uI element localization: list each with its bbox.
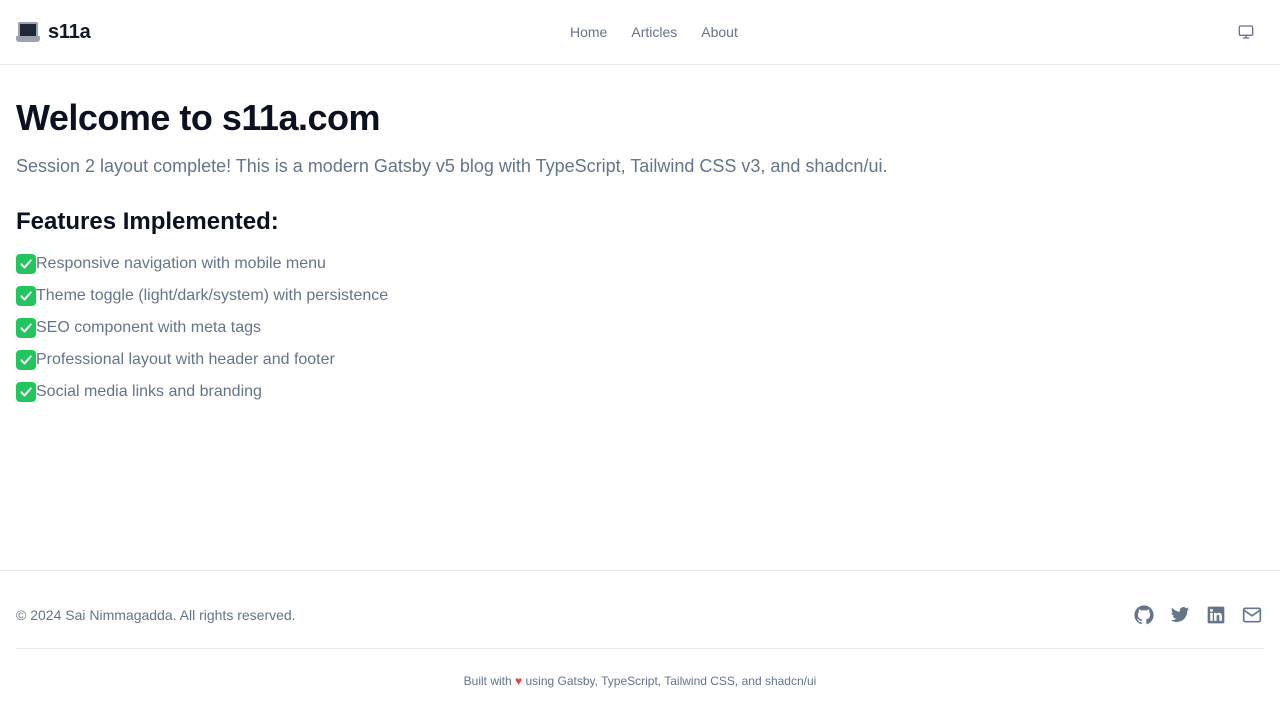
heart-icon: ♥ — [515, 674, 523, 688]
check-icon — [16, 254, 36, 274]
site-footer: © 2024 Sai Nimmagadda. All rights reserv… — [0, 570, 1280, 720]
social-links — [1132, 603, 1264, 627]
features-heading: Features Implemented: — [16, 208, 279, 235]
twitter-link[interactable] — [1168, 603, 1192, 627]
site-header: s11a Home Articles About — [0, 0, 1280, 65]
nav-home[interactable]: Home — [558, 20, 619, 44]
twitter-icon — [1170, 607, 1190, 622]
email-link[interactable] — [1240, 603, 1264, 627]
built-with-suffix: using Gatsby, TypeScript, Tailwind CSS, … — [525, 674, 817, 688]
check-icon — [16, 318, 36, 338]
built-with-prefix: Built with — [463, 674, 512, 688]
list-item: Responsive navigation with mobile menu — [16, 248, 1264, 280]
theme-toggle-button[interactable] — [1234, 20, 1258, 44]
page-lead: Session 2 layout complete! This is a mod… — [16, 156, 888, 176]
feature-text: Responsive navigation with mobile menu — [36, 255, 326, 272]
list-item: Social media links and branding — [16, 376, 1264, 408]
feature-text: SEO component with meta tags — [36, 319, 261, 336]
feature-text: Theme toggle (light/dark/system) with pe… — [36, 287, 389, 304]
page-title: Welcome to s11a.com — [16, 97, 381, 138]
built-with-text: Built with ♥ using Gatsby, TypeScript, T… — [0, 671, 1280, 691]
monitor-icon — [1238, 25, 1254, 39]
copyright-text: © 2024 Sai Nimmagadda. All rights reserv… — [16, 607, 296, 623]
check-icon — [16, 382, 36, 402]
features-list: Responsive navigation with mobile menu T… — [16, 248, 1264, 408]
linkedin-icon — [1207, 606, 1225, 624]
linkedin-link[interactable] — [1204, 603, 1228, 627]
list-item: Theme toggle (light/dark/system) with pe… — [16, 280, 1264, 312]
footer-divider — [16, 648, 1264, 649]
github-icon — [1134, 605, 1154, 625]
brand-name: s11a — [48, 20, 91, 43]
list-item: Professional layout with header and foot… — [16, 344, 1264, 376]
laptop-icon — [16, 20, 40, 44]
nav-about[interactable]: About — [689, 20, 750, 44]
feature-text: Professional layout with header and foot… — [36, 351, 335, 368]
github-link[interactable] — [1132, 603, 1156, 627]
mail-icon — [1242, 607, 1262, 623]
feature-text: Social media links and branding — [36, 383, 262, 400]
list-item: SEO component with meta tags — [16, 312, 1264, 344]
check-icon — [16, 286, 36, 306]
main-content: Welcome to s11a.com Session 2 layout com… — [16, 96, 1264, 408]
brand-link[interactable]: s11a — [16, 19, 91, 45]
nav-articles[interactable]: Articles — [619, 20, 689, 44]
check-icon — [16, 350, 36, 370]
main-nav: Home Articles About — [558, 20, 750, 44]
